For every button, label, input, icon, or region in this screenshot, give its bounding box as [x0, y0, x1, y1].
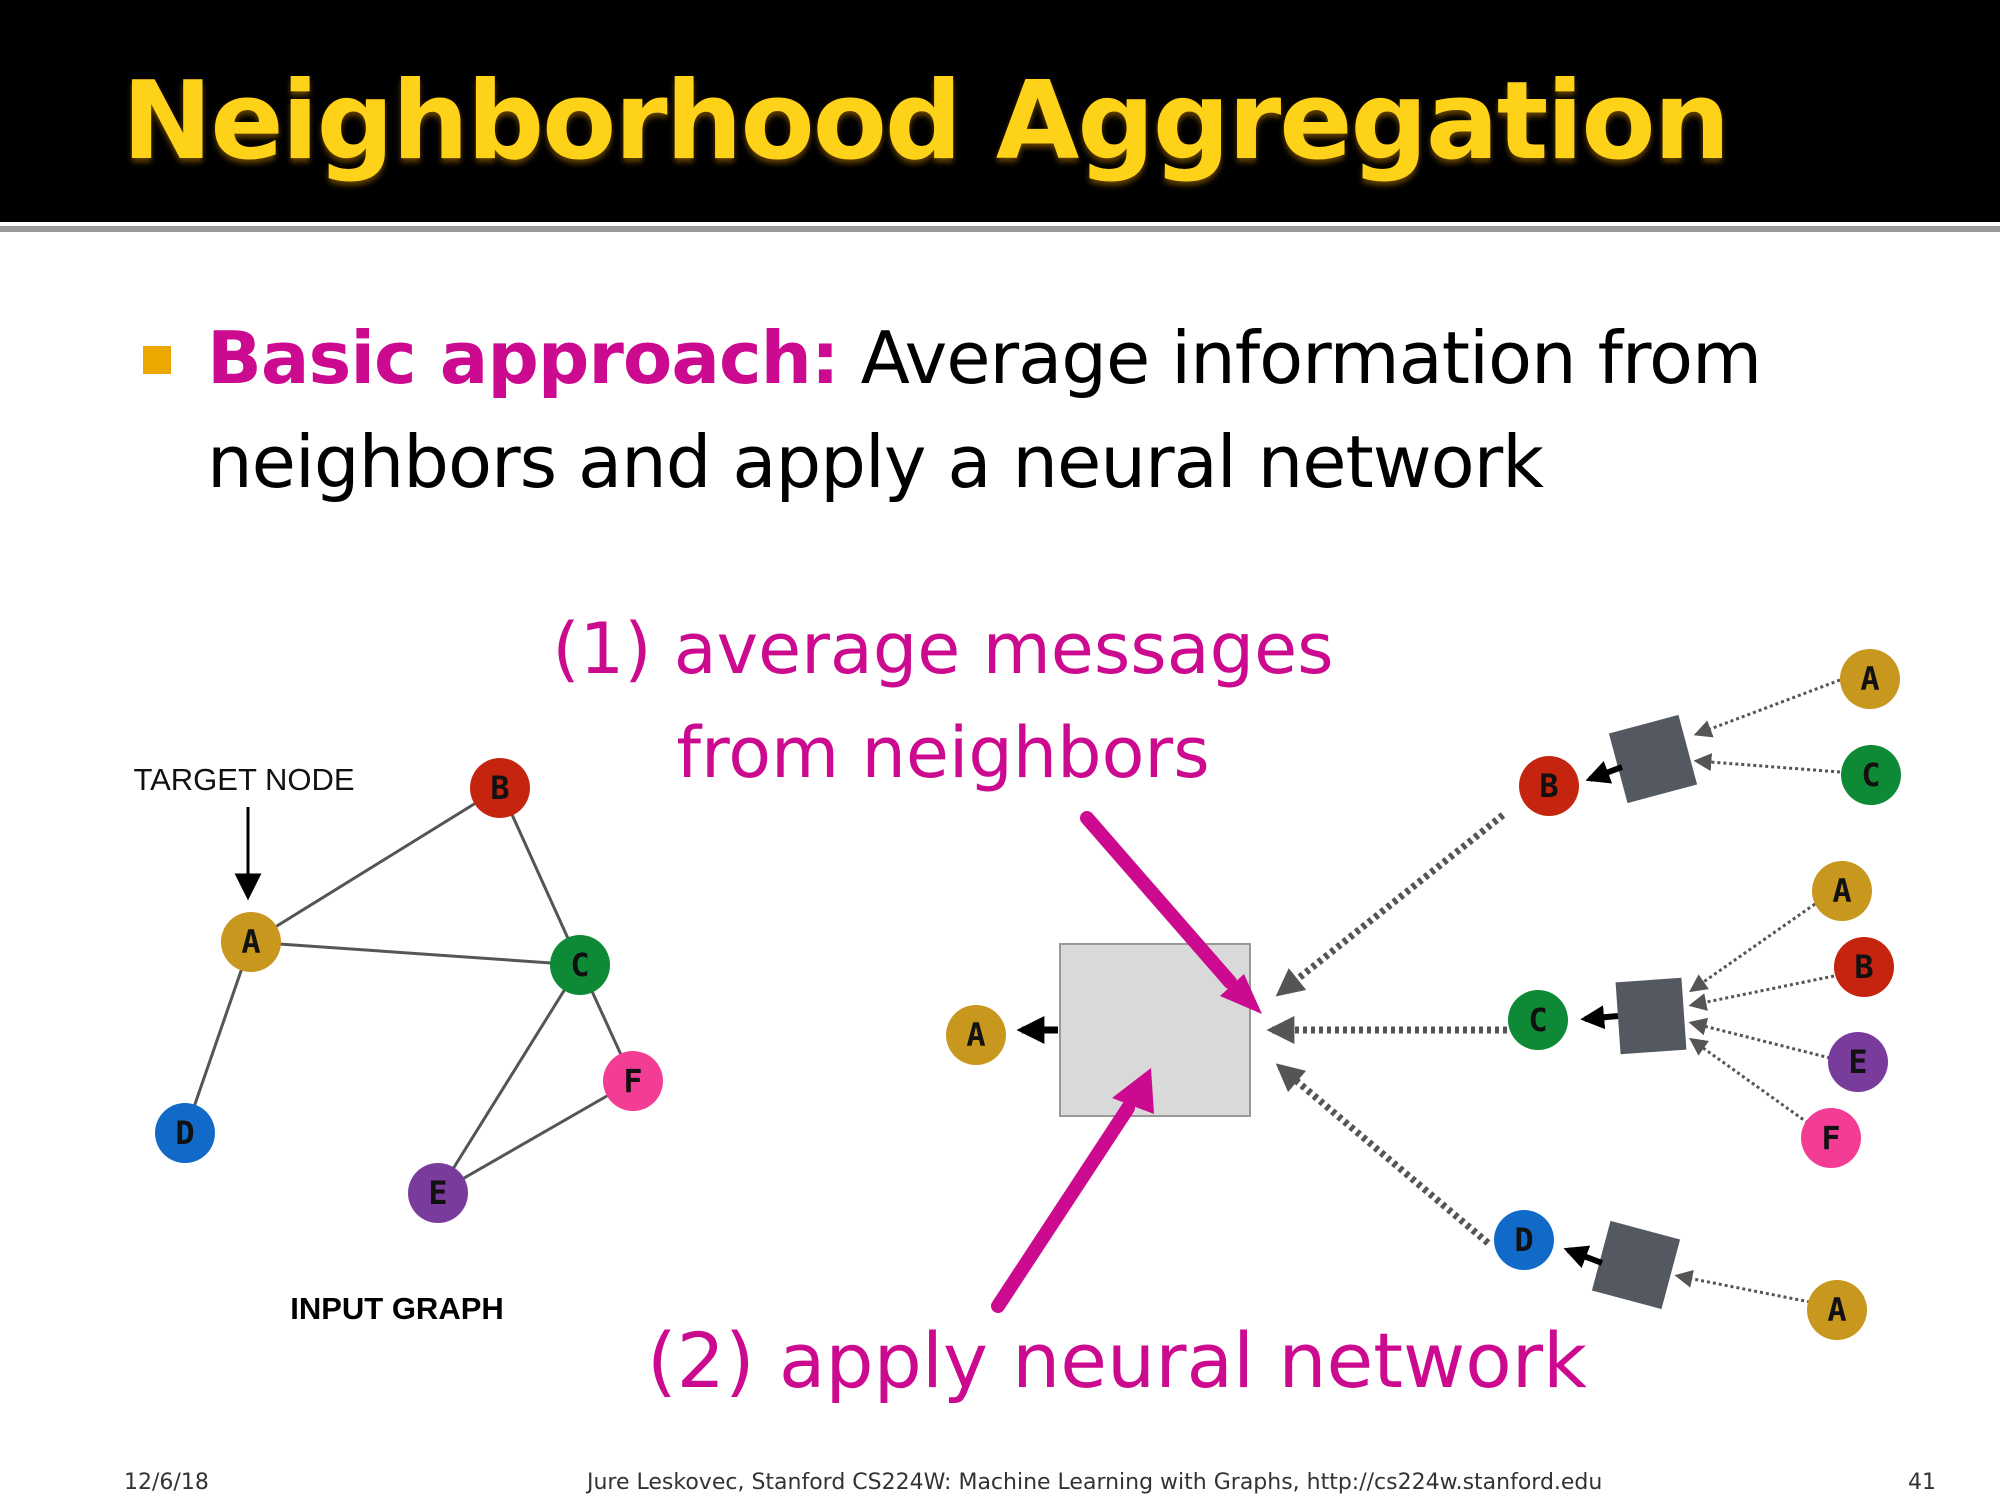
block-edge-b [1585, 761, 1624, 784]
aggregation-diagram: TARGET NODE INPUT GRAPH (1) average mess… [133, 608, 1901, 1405]
input-node-d-label: D [175, 1114, 194, 1152]
annotation-2: (2) apply neural network [647, 1316, 1587, 1405]
comp-leaf-b-c: C [1841, 745, 1901, 805]
input-node-a-label: A [241, 923, 260, 961]
footer-date: 12/6/18 [124, 1470, 209, 1495]
input-node-b-label: B [490, 769, 509, 807]
comp-leaf-c-f: F [1801, 1108, 1861, 1168]
comp-target-node-a: A [946, 1005, 1006, 1065]
comp-target-node-a-label: A [966, 1016, 985, 1054]
comp-node-b: B [1519, 756, 1579, 816]
annotation-1-line1: (1) average messages [552, 608, 1333, 690]
input-node-f-label: F [623, 1062, 642, 1100]
footer-citation: Jure Leskovec, Stanford CS224W: Machine … [587, 1470, 1603, 1495]
footer-page-number: 41 [1908, 1470, 1936, 1495]
comp-leaf-c-b: B [1834, 937, 1894, 997]
input-node-e-label: E [428, 1174, 447, 1212]
input-node-d: D [155, 1103, 215, 1163]
input-edge-c-f [1689, 1037, 1809, 1125]
comp-node-c-label: C [1528, 1001, 1547, 1039]
input-node-c-label: C [570, 946, 589, 984]
input-edge-c-b [1688, 974, 1835, 1011]
comp-leaf-b-a-label: A [1860, 660, 1879, 698]
input-node-b: B [470, 758, 530, 818]
edge-a-c [250, 940, 581, 967]
comp-leaf-c-f-label: F [1821, 1119, 1840, 1157]
input-graph-label: INPUT GRAPH [290, 1291, 504, 1326]
comp-leaf-c-e: E [1828, 1032, 1888, 1092]
comp-node-b-label: B [1539, 767, 1558, 805]
annotation-1-line2: from neighbors [676, 712, 1209, 794]
annotation-2-arrow [991, 1101, 1135, 1313]
target-node-label: TARGET NODE [133, 762, 354, 797]
edge-c-e [436, 964, 582, 1194]
input-graph: TARGET NODE INPUT GRAPH [133, 762, 635, 1326]
comp-leaf-c-a-label: A [1832, 872, 1851, 910]
comp-leaf-c-a: A [1812, 861, 1872, 921]
input-edge-d-a [1674, 1269, 1811, 1304]
nn-block-b [1608, 714, 1698, 804]
input-node-e: E [408, 1163, 468, 1223]
message-edge-b [1275, 812, 1506, 997]
input-node-c: C [550, 935, 610, 995]
input-edge-c-a [1689, 902, 1816, 993]
input-edge-b-a [1693, 678, 1841, 738]
edge-a-d [183, 941, 253, 1134]
comp-leaf-d-a: A [1807, 1280, 1867, 1340]
comp-leaf-c-b-label: B [1854, 948, 1873, 986]
comp-leaf-c-e-label: E [1848, 1043, 1867, 1081]
nn-block-c [1615, 977, 1687, 1055]
block-edge-d [1563, 1245, 1604, 1269]
edge-e-f [437, 1079, 634, 1195]
comp-leaf-d-a-label: A [1827, 1291, 1846, 1329]
block-edge-c [1580, 1005, 1619, 1030]
input-node-a: A [221, 912, 281, 972]
nn-block-d [1591, 1220, 1681, 1310]
comp-leaf-b-a: A [1840, 649, 1900, 709]
comp-node-d-label: D [1514, 1221, 1533, 1259]
comp-node-c: C [1508, 990, 1568, 1050]
message-edge-d [1275, 1063, 1491, 1246]
comp-leaf-b-c-label: C [1861, 756, 1880, 794]
edge-a-b [250, 786, 501, 944]
input-edge-c-e [1688, 1017, 1831, 1060]
input-edge-b-c [1693, 753, 1841, 774]
comp-node-d: D [1494, 1210, 1554, 1270]
input-node-f: F [603, 1051, 663, 1111]
